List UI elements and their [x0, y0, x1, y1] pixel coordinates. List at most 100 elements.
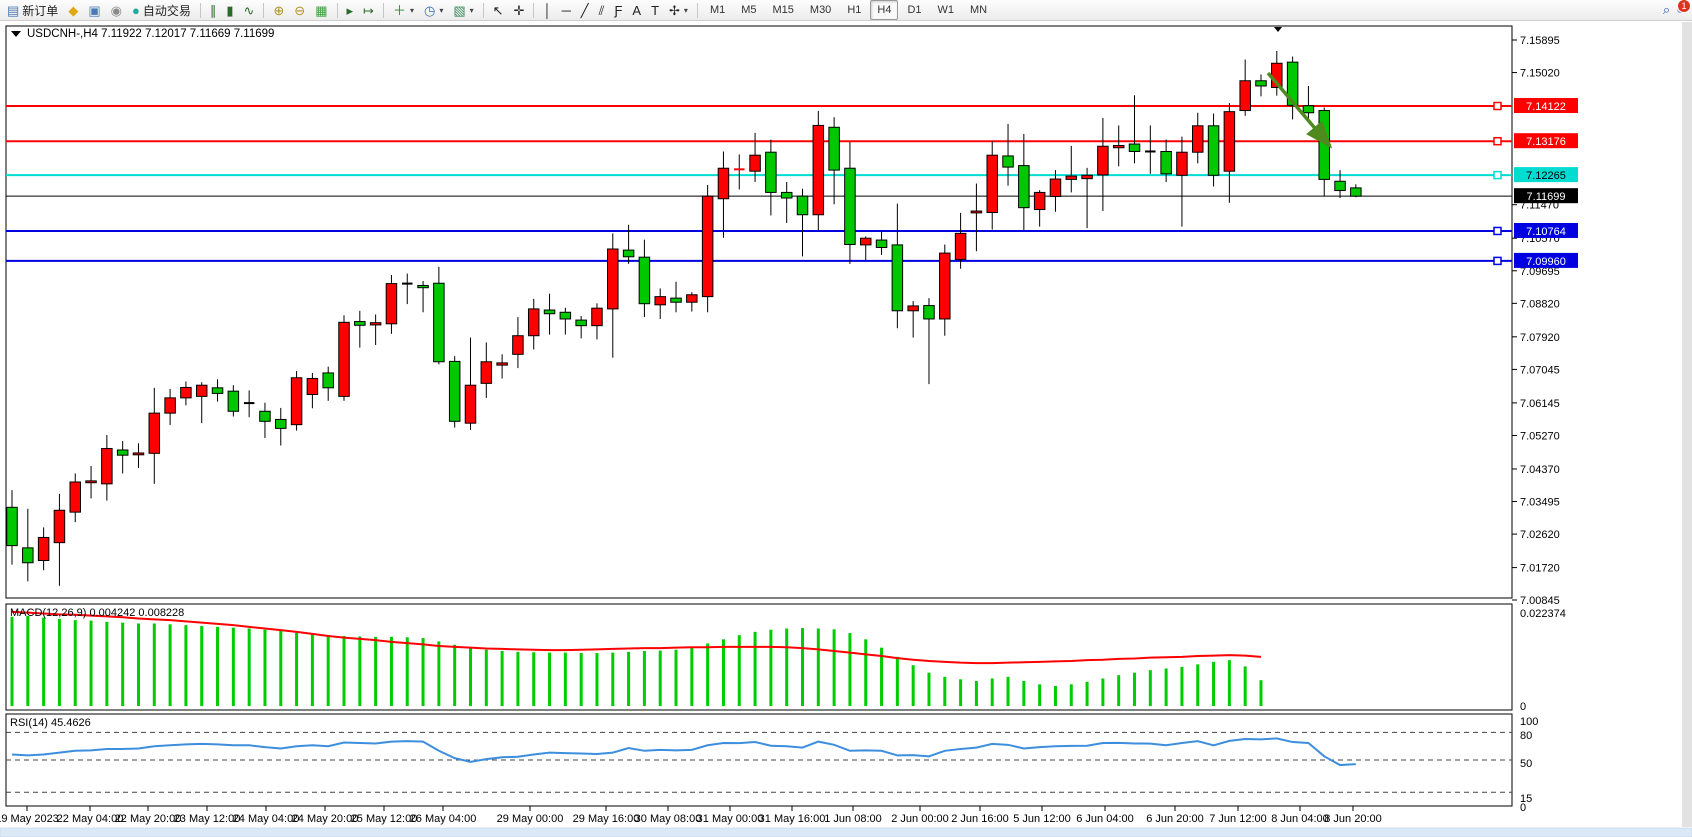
- time-tick-label: 23 May 12:00: [174, 813, 241, 825]
- macd-hist-bar: [153, 623, 156, 706]
- candle-body: [971, 211, 982, 213]
- price-tick-label: 7.08820: [1520, 298, 1560, 310]
- candle-body: [576, 320, 587, 326]
- chart-plot-area[interactable]: [6, 26, 1512, 598]
- candle-body: [102, 448, 113, 483]
- macd-hist-bar: [975, 681, 978, 706]
- candle-body: [1193, 126, 1204, 152]
- price-tick-label: 7.01720: [1520, 563, 1560, 575]
- candle-body: [23, 548, 33, 563]
- candle-body: [1019, 166, 1030, 208]
- price-badge-7.12265-label: 7.12265: [1526, 170, 1566, 182]
- macd-hist-bar: [42, 618, 45, 706]
- candle-body: [339, 322, 350, 396]
- time-tick-label: 7 Jun 12:00: [1209, 813, 1267, 825]
- candle-body: [1256, 81, 1267, 86]
- macd-hist-bar: [184, 625, 187, 706]
- mt4-terminal: ▤新订单◆▣◉●自动交易∥▮∿⊕⊖▦▸↦＋▾◷▾▧▾↖✛│─╱⫽ƑAT✢▾M1M…: [0, 0, 1692, 837]
- macd-hist-bar: [643, 651, 646, 706]
- status-strip: [0, 828, 1692, 837]
- time-tick-label: 8 Jun 04:00: [1271, 813, 1329, 825]
- candle-body: [70, 482, 81, 512]
- price-tick-label: 7.03495: [1520, 497, 1560, 509]
- candle-body: [829, 127, 840, 170]
- line-handle[interactable]: [1494, 227, 1501, 234]
- line-handle[interactable]: [1494, 172, 1501, 179]
- rsi-scale-80: 80: [1520, 730, 1532, 742]
- macd-hist-bar: [848, 633, 851, 706]
- macd-hist-bar: [959, 679, 962, 706]
- candle-body: [212, 388, 223, 394]
- candle-body: [750, 155, 761, 171]
- candle-body: [86, 481, 97, 483]
- candle-body: [1098, 146, 1109, 175]
- candle-body: [355, 322, 366, 326]
- macd-hist-bar: [722, 639, 725, 706]
- macd-label: MACD(12,26,9) 0.004242 0.008228: [10, 607, 184, 619]
- time-tick-label: 24 May 04:00: [233, 813, 300, 825]
- macd-hist-bar: [469, 648, 472, 706]
- candle-body: [781, 192, 792, 198]
- candle-body-doji: [402, 283, 413, 285]
- macd-hist-bar: [912, 665, 915, 706]
- rsi-scale-100: 100: [1520, 716, 1538, 728]
- macd-hist-bar: [390, 637, 393, 706]
- candle-body: [276, 419, 287, 428]
- candle-body: [307, 379, 318, 395]
- macd-hist-bar: [11, 617, 14, 706]
- macd-hist-bar: [485, 650, 488, 706]
- symbol-period-label: USDCNH-,H4 7.11922 7.12017 7.11669 7.116…: [27, 28, 274, 40]
- macd-hist-bar: [1054, 686, 1057, 706]
- candle-body: [465, 385, 476, 423]
- candle-body: [1161, 151, 1172, 173]
- line-handle[interactable]: [1494, 257, 1501, 264]
- macd-hist-bar: [1165, 668, 1168, 706]
- line-handle[interactable]: [1494, 138, 1501, 145]
- candle-body: [892, 245, 903, 311]
- macd-hist-bar: [659, 651, 662, 706]
- candle-body: [149, 413, 160, 453]
- candle-body: [955, 233, 966, 259]
- price-badge-7.09960-label: 7.09960: [1526, 256, 1566, 268]
- macd-hist-bar: [627, 652, 630, 706]
- price-badge-7.13176-label: 7.13176: [1526, 136, 1566, 148]
- macd-hist-bar: [1259, 680, 1262, 706]
- line-handle[interactable]: [1494, 102, 1501, 109]
- macd-hist-bar: [991, 678, 994, 706]
- price-tick-label: 7.04370: [1520, 464, 1560, 476]
- candle-body: [386, 284, 397, 324]
- time-tick-label: 25 May 12:00: [351, 813, 418, 825]
- chart-window[interactable]: 7.158957.150207.114707.105707.096957.088…: [0, 0, 1692, 837]
- macd-hist-bar: [833, 629, 836, 706]
- macd-hist-bar: [58, 619, 61, 706]
- macd-hist-bar: [1196, 664, 1199, 706]
- current-price-badge-label: 7.11699: [1527, 191, 1566, 203]
- candle-body: [481, 362, 492, 384]
- candle-body: [1113, 146, 1124, 148]
- candle-body: [1034, 192, 1045, 209]
- candle-body: [940, 253, 951, 319]
- macd-hist-bar: [532, 652, 535, 706]
- macd-hist-bar: [580, 653, 583, 706]
- candle-body: [449, 361, 460, 421]
- macd-hist-bar: [1133, 673, 1136, 706]
- macd-hist-bar: [501, 651, 504, 706]
- price-tick-label: 7.00845: [1520, 595, 1560, 607]
- macd-hist-bar: [611, 653, 614, 706]
- candle-body: [1224, 112, 1235, 172]
- macd-hist-bar: [200, 626, 203, 706]
- macd-hist-bar: [1117, 675, 1120, 706]
- time-tick-label: 2 Jun 16:00: [951, 813, 1009, 825]
- price-tick-label: 7.06145: [1520, 398, 1560, 410]
- candle-body: [196, 385, 207, 396]
- macd-hist-bar: [1022, 681, 1025, 706]
- macd-hist-bar: [90, 621, 93, 706]
- candle-body-doji: [734, 168, 745, 170]
- price-tick-label: 7.02620: [1520, 529, 1560, 541]
- macd-hist-bar: [437, 641, 440, 706]
- macd-hist-bar: [1101, 678, 1104, 706]
- candle-body: [860, 238, 871, 245]
- macd-hist-bar: [1038, 684, 1041, 706]
- macd-hist-bar: [595, 653, 598, 706]
- candle-body: [1208, 126, 1219, 176]
